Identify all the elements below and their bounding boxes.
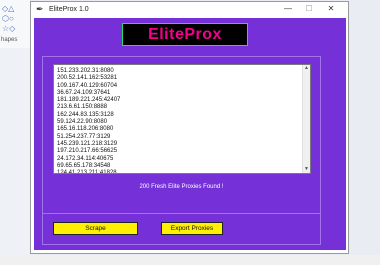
minimize-button[interactable]: — — [278, 3, 298, 15]
scrape-button[interactable]: Scrape — [53, 222, 138, 235]
status-message: 200 Fresh Elite Proxies Found ! — [139, 184, 224, 190]
list-item[interactable]: 151.233.202.31:8080 — [57, 68, 120, 75]
list-item[interactable]: 51.254.237.77:3129 — [57, 134, 120, 141]
shape-icon: ⬡○ — [2, 14, 14, 23]
feather-icon: ✒ — [36, 4, 44, 14]
app-logo: EliteProx — [148, 26, 222, 43]
ribbon-label: hapes — [1, 37, 18, 43]
list-item[interactable]: 145.239.121.218:3129 — [57, 141, 120, 148]
list-item[interactable]: 124.41.213.211:41828 — [57, 170, 120, 173]
logo-box: EliteProx — [122, 23, 248, 46]
scroll-down-icon[interactable]: ▼ — [303, 166, 310, 173]
list-item[interactable]: 200.52.141.162:53281 — [57, 75, 120, 82]
proxy-list: 151.233.202.31:8080 200.52.141.162:53281 1… — [57, 68, 120, 173]
close-button[interactable]: ✕ — [321, 3, 341, 15]
export-proxies-button[interactable]: Export Proxies — [161, 222, 223, 235]
list-item[interactable]: 197.210.217.66:56625 — [57, 148, 120, 155]
scroll-up-icon[interactable]: ▲ — [303, 65, 310, 72]
app-client-area: EliteProx 151.233.202.31:8080 200.52.141.… — [34, 18, 346, 250]
list-item[interactable]: 162.244.83.135:3128 — [57, 112, 120, 119]
background-ribbon: ◇△ ⬡○ ☆◇ hapes — [0, 0, 31, 48]
button-panel: Scrape Export Proxies — [42, 213, 321, 245]
list-item[interactable]: 24.172.34.114:40675 — [57, 156, 120, 163]
shape-icon: ☆◇ — [2, 24, 16, 33]
list-item[interactable]: 109.167.40.129:60704 — [57, 83, 120, 90]
background-canvas — [0, 48, 30, 265]
list-item[interactable]: 213.6.61.150:8888 — [57, 104, 120, 111]
list-item[interactable]: 59.124.22.90:8080 — [57, 119, 120, 126]
list-item[interactable]: 181.189.221.245:42407 — [57, 97, 120, 104]
shape-icon: ◇△ — [2, 4, 15, 13]
background-statusbar — [0, 255, 380, 265]
proxy-listbox[interactable]: 151.233.202.31:8080 200.52.141.162:53281 1… — [53, 64, 311, 174]
list-item[interactable]: 165.16.118.206:8080 — [57, 126, 120, 133]
list-item[interactable]: 36.67.24.109:37641 — [57, 90, 120, 97]
window-title: EliteProx 1.0 — [49, 6, 89, 13]
proxy-list-panel: 151.233.202.31:8080 200.52.141.162:53281 1… — [42, 56, 321, 214]
listbox-scrollbar[interactable]: ▲ ▼ — [302, 65, 310, 173]
title-bar[interactable]: ✒ EliteProx 1.0 — ☐ ✕ — [31, 2, 348, 17]
maximize-button[interactable]: ☐ — [299, 3, 319, 15]
list-item[interactable]: 69.65.65.178:34548 — [57, 163, 120, 170]
app-window: ✒ EliteProx 1.0 — ☐ ✕ EliteProx 151.233.… — [30, 1, 349, 254]
